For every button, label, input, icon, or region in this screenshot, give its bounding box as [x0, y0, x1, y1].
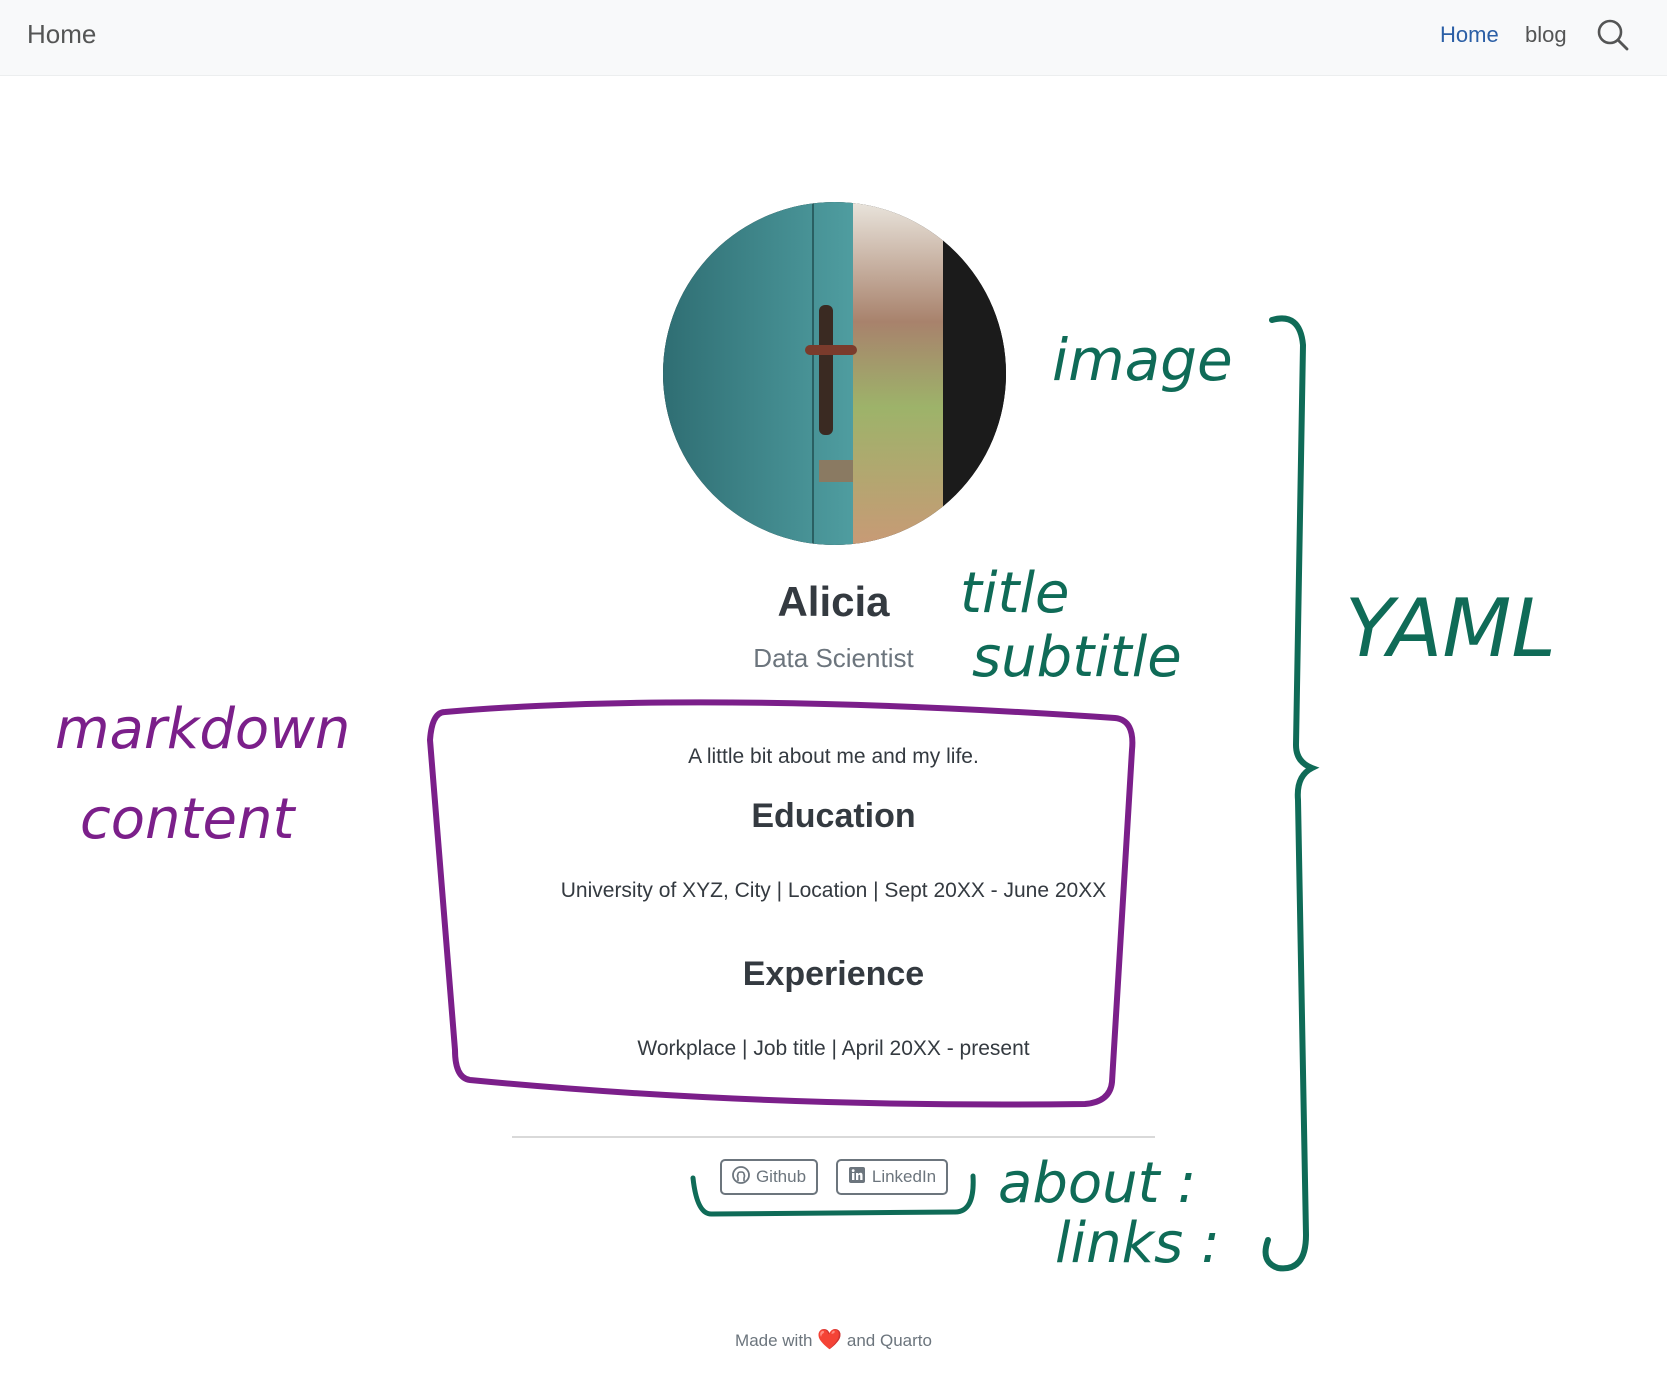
navbar: Home Home blog — [0, 0, 1667, 76]
profile-image — [663, 202, 1006, 545]
experience-text: Workplace | Job title | April 20XX - pre… — [637, 1037, 1030, 1060]
anno-image: image — [1052, 326, 1233, 394]
linkedin-icon — [848, 1166, 866, 1189]
search-icon[interactable] — [1596, 18, 1630, 52]
page-title: Alicia — [777, 578, 890, 625]
anno-about: about : — [998, 1151, 1196, 1216]
education-text: University of XYZ, City | Location | Sep… — [560, 879, 1107, 902]
nav-link-home[interactable]: Home — [1440, 22, 1499, 48]
page-subtitle: Data Scientist — [753, 643, 914, 673]
heart-icon: ❤️ — [817, 1329, 843, 1351]
github-button[interactable]: Github — [720, 1159, 818, 1195]
github-label: Github — [755, 1167, 807, 1186]
yaml-brace — [1262, 315, 1320, 1272]
github-icon — [732, 1165, 750, 1189]
footer-quarto: and Quarto — [846, 1331, 932, 1350]
footer-made-with: Made with — [735, 1331, 813, 1350]
navbar-brand[interactable]: Home — [27, 19, 96, 50]
anno-links: links : — [1055, 1211, 1220, 1276]
nav-link-blog[interactable]: blog — [1525, 22, 1567, 48]
education-heading: Education — [751, 797, 916, 835]
experience-heading: Experience — [742, 955, 925, 993]
linkedin-label: LinkedIn — [871, 1167, 937, 1186]
footer: Made with ❤️ and Quarto — [0, 1327, 1667, 1352]
linkedin-button[interactable]: LinkedIn — [836, 1159, 948, 1195]
intro-text: A little bit about me and my life. — [688, 745, 979, 768]
about-divider — [512, 1136, 1155, 1138]
